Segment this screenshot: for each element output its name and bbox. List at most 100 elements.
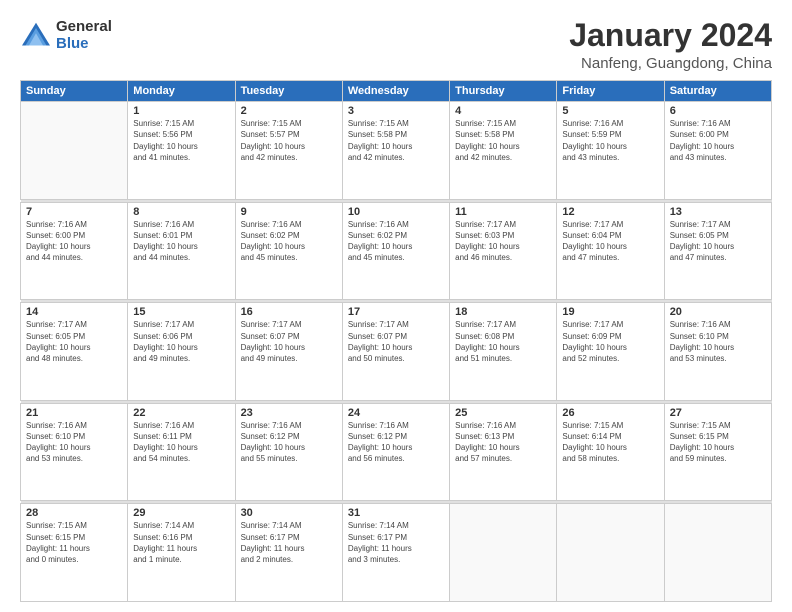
calendar-cell-w2-d4: 10Sunrise: 7:16 AM Sunset: 6:02 PM Dayli… (342, 202, 449, 300)
day-number: 24 (348, 407, 444, 419)
calendar-cell-w5-d7 (664, 504, 771, 602)
calendar-cell-w1-d7: 6Sunrise: 7:16 AM Sunset: 6:00 PM Daylig… (664, 102, 771, 200)
calendar-header-row: Sunday Monday Tuesday Wednesday Thursday… (21, 81, 772, 102)
day-number: 12 (562, 206, 658, 218)
day-info: Sunrise: 7:15 AM Sunset: 6:15 PM Dayligh… (26, 520, 122, 565)
col-header-wednesday: Wednesday (342, 81, 449, 102)
day-info: Sunrise: 7:17 AM Sunset: 6:03 PM Dayligh… (455, 219, 551, 264)
day-info: Sunrise: 7:16 AM Sunset: 6:02 PM Dayligh… (348, 219, 444, 264)
calendar-cell-w3-d3: 16Sunrise: 7:17 AM Sunset: 6:07 PM Dayli… (235, 303, 342, 401)
day-number: 16 (241, 306, 337, 318)
day-info: Sunrise: 7:15 AM Sunset: 5:58 PM Dayligh… (348, 118, 444, 163)
col-header-thursday: Thursday (450, 81, 557, 102)
day-number: 31 (348, 507, 444, 519)
calendar-cell-w3-d5: 18Sunrise: 7:17 AM Sunset: 6:08 PM Dayli… (450, 303, 557, 401)
logo: General Blue (20, 18, 112, 52)
calendar-cell-w1-d4: 3Sunrise: 7:15 AM Sunset: 5:58 PM Daylig… (342, 102, 449, 200)
calendar-week-row-1: 1Sunrise: 7:15 AM Sunset: 5:56 PM Daylig… (21, 102, 772, 200)
calendar-cell-w5-d5 (450, 504, 557, 602)
day-info: Sunrise: 7:16 AM Sunset: 6:00 PM Dayligh… (670, 118, 766, 163)
day-info: Sunrise: 7:17 AM Sunset: 6:08 PM Dayligh… (455, 319, 551, 364)
day-info: Sunrise: 7:16 AM Sunset: 6:12 PM Dayligh… (241, 420, 337, 465)
page: General Blue January 2024 Nanfeng, Guang… (0, 0, 792, 612)
calendar-cell-w4-d2: 22Sunrise: 7:16 AM Sunset: 6:11 PM Dayli… (128, 403, 235, 501)
day-info: Sunrise: 7:15 AM Sunset: 5:57 PM Dayligh… (241, 118, 337, 163)
calendar-cell-w4-d6: 26Sunrise: 7:15 AM Sunset: 6:14 PM Dayli… (557, 403, 664, 501)
day-number: 15 (133, 306, 229, 318)
day-number: 22 (133, 407, 229, 419)
day-number: 30 (241, 507, 337, 519)
day-number: 1 (133, 105, 229, 117)
day-info: Sunrise: 7:16 AM Sunset: 6:13 PM Dayligh… (455, 420, 551, 465)
day-number: 2 (241, 105, 337, 117)
calendar-cell-w2-d7: 13Sunrise: 7:17 AM Sunset: 6:05 PM Dayli… (664, 202, 771, 300)
title-block: January 2024 Nanfeng, Guangdong, China (569, 18, 772, 72)
calendar-title: January 2024 (569, 18, 772, 53)
day-info: Sunrise: 7:14 AM Sunset: 6:17 PM Dayligh… (241, 520, 337, 565)
day-info: Sunrise: 7:17 AM Sunset: 6:04 PM Dayligh… (562, 219, 658, 264)
day-info: Sunrise: 7:17 AM Sunset: 6:06 PM Dayligh… (133, 319, 229, 364)
day-number: 4 (455, 105, 551, 117)
calendar-cell-w1-d3: 2Sunrise: 7:15 AM Sunset: 5:57 PM Daylig… (235, 102, 342, 200)
day-number: 9 (241, 206, 337, 218)
calendar-cell-w4-d4: 24Sunrise: 7:16 AM Sunset: 6:12 PM Dayli… (342, 403, 449, 501)
calendar-cell-w3-d2: 15Sunrise: 7:17 AM Sunset: 6:06 PM Dayli… (128, 303, 235, 401)
logo-icon (20, 21, 52, 49)
calendar-cell-w3-d7: 20Sunrise: 7:16 AM Sunset: 6:10 PM Dayli… (664, 303, 771, 401)
day-info: Sunrise: 7:16 AM Sunset: 6:12 PM Dayligh… (348, 420, 444, 465)
day-info: Sunrise: 7:15 AM Sunset: 6:15 PM Dayligh… (670, 420, 766, 465)
day-info: Sunrise: 7:16 AM Sunset: 6:00 PM Dayligh… (26, 219, 122, 264)
day-number: 8 (133, 206, 229, 218)
calendar-cell-w5-d1: 28Sunrise: 7:15 AM Sunset: 6:15 PM Dayli… (21, 504, 128, 602)
day-info: Sunrise: 7:16 AM Sunset: 5:59 PM Dayligh… (562, 118, 658, 163)
calendar-week-row-2: 7Sunrise: 7:16 AM Sunset: 6:00 PM Daylig… (21, 202, 772, 300)
day-info: Sunrise: 7:17 AM Sunset: 6:07 PM Dayligh… (241, 319, 337, 364)
day-info: Sunrise: 7:16 AM Sunset: 6:01 PM Dayligh… (133, 219, 229, 264)
calendar-cell-w5-d6 (557, 504, 664, 602)
day-info: Sunrise: 7:16 AM Sunset: 6:10 PM Dayligh… (26, 420, 122, 465)
day-info: Sunrise: 7:15 AM Sunset: 5:58 PM Dayligh… (455, 118, 551, 163)
calendar-cell-w1-d5: 4Sunrise: 7:15 AM Sunset: 5:58 PM Daylig… (450, 102, 557, 200)
day-info: Sunrise: 7:14 AM Sunset: 6:17 PM Dayligh… (348, 520, 444, 565)
calendar-cell-w5-d2: 29Sunrise: 7:14 AM Sunset: 6:16 PM Dayli… (128, 504, 235, 602)
calendar-subtitle: Nanfeng, Guangdong, China (569, 55, 772, 72)
col-header-saturday: Saturday (664, 81, 771, 102)
day-info: Sunrise: 7:17 AM Sunset: 6:05 PM Dayligh… (670, 219, 766, 264)
day-number: 7 (26, 206, 122, 218)
logo-text: General Blue (56, 18, 112, 52)
day-number: 6 (670, 105, 766, 117)
calendar-week-row-4: 21Sunrise: 7:16 AM Sunset: 6:10 PM Dayli… (21, 403, 772, 501)
col-header-friday: Friday (557, 81, 664, 102)
day-number: 20 (670, 306, 766, 318)
calendar-cell-w2-d1: 7Sunrise: 7:16 AM Sunset: 6:00 PM Daylig… (21, 202, 128, 300)
day-number: 23 (241, 407, 337, 419)
calendar-cell-w2-d3: 9Sunrise: 7:16 AM Sunset: 6:02 PM Daylig… (235, 202, 342, 300)
day-number: 14 (26, 306, 122, 318)
calendar-cell-w2-d5: 11Sunrise: 7:17 AM Sunset: 6:03 PM Dayli… (450, 202, 557, 300)
calendar-cell-w1-d6: 5Sunrise: 7:16 AM Sunset: 5:59 PM Daylig… (557, 102, 664, 200)
calendar-cell-w3-d1: 14Sunrise: 7:17 AM Sunset: 6:05 PM Dayli… (21, 303, 128, 401)
calendar-week-row-5: 28Sunrise: 7:15 AM Sunset: 6:15 PM Dayli… (21, 504, 772, 602)
day-number: 26 (562, 407, 658, 419)
day-number: 29 (133, 507, 229, 519)
calendar-cell-w3-d6: 19Sunrise: 7:17 AM Sunset: 6:09 PM Dayli… (557, 303, 664, 401)
day-info: Sunrise: 7:14 AM Sunset: 6:16 PM Dayligh… (133, 520, 229, 565)
header: General Blue January 2024 Nanfeng, Guang… (20, 18, 772, 72)
calendar-cell-w4-d5: 25Sunrise: 7:16 AM Sunset: 6:13 PM Dayli… (450, 403, 557, 501)
calendar-table: Sunday Monday Tuesday Wednesday Thursday… (20, 80, 772, 602)
day-number: 19 (562, 306, 658, 318)
day-info: Sunrise: 7:16 AM Sunset: 6:10 PM Dayligh… (670, 319, 766, 364)
calendar-cell-w3-d4: 17Sunrise: 7:17 AM Sunset: 6:07 PM Dayli… (342, 303, 449, 401)
calendar-cell-w4-d3: 23Sunrise: 7:16 AM Sunset: 6:12 PM Dayli… (235, 403, 342, 501)
calendar-cell-w5-d4: 31Sunrise: 7:14 AM Sunset: 6:17 PM Dayli… (342, 504, 449, 602)
day-info: Sunrise: 7:17 AM Sunset: 6:07 PM Dayligh… (348, 319, 444, 364)
day-number: 10 (348, 206, 444, 218)
day-number: 3 (348, 105, 444, 117)
day-number: 5 (562, 105, 658, 117)
calendar-cell-w1-d2: 1Sunrise: 7:15 AM Sunset: 5:56 PM Daylig… (128, 102, 235, 200)
calendar-cell-w4-d7: 27Sunrise: 7:15 AM Sunset: 6:15 PM Dayli… (664, 403, 771, 501)
calendar-cell-w1-d1 (21, 102, 128, 200)
col-header-tuesday: Tuesday (235, 81, 342, 102)
day-number: 21 (26, 407, 122, 419)
col-header-sunday: Sunday (21, 81, 128, 102)
